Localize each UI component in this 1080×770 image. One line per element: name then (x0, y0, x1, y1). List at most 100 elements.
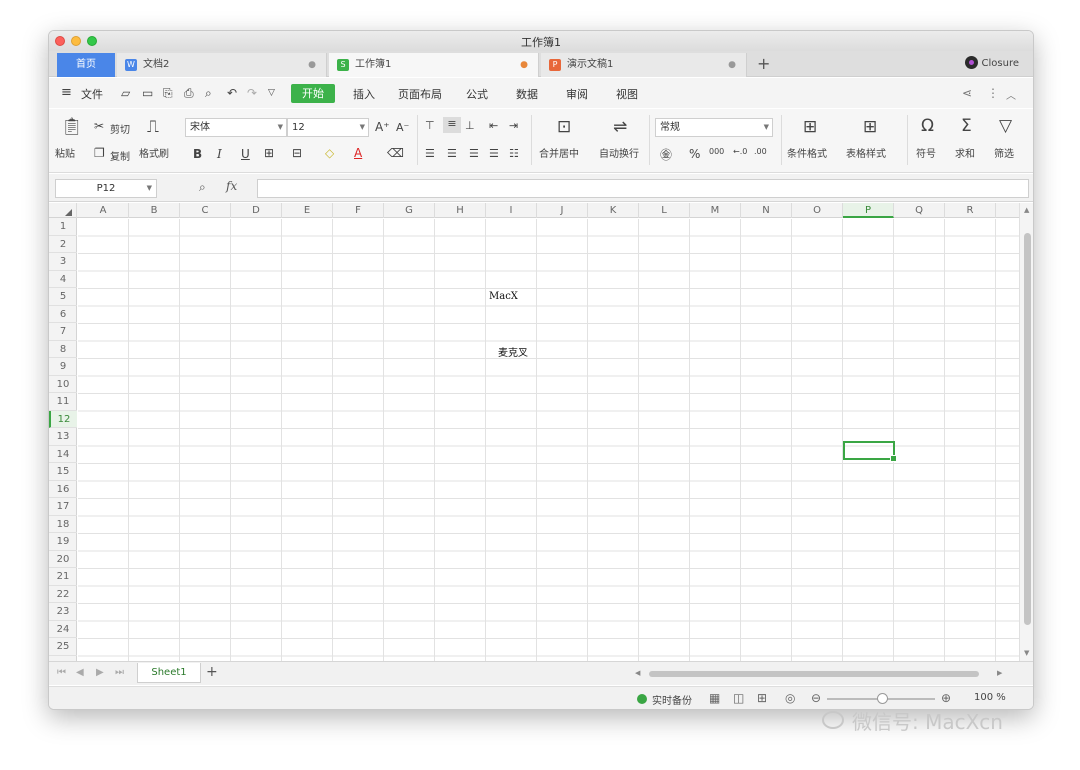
tab-doc-workbook[interactable]: S 工作簿1 ● (329, 53, 539, 77)
row-header-25[interactable]: 25 (49, 638, 77, 656)
row-header-17[interactable]: 17 (49, 498, 77, 516)
paste-button[interactable]: 粘贴 (55, 145, 75, 160)
row-header-14[interactable]: 14 (49, 446, 77, 463)
italic-button[interactable]: I (217, 147, 222, 161)
number-format-select[interactable]: 常规 ▼ (655, 118, 773, 137)
border-icon[interactable]: ⊞ (264, 146, 274, 160)
row-header-7[interactable]: 7 (49, 323, 77, 341)
save-icon[interactable]: ▭ (142, 86, 153, 100)
cell-i8[interactable]: 麦克叉 (489, 344, 537, 359)
quick-access-dropdown-icon[interactable]: ▽ (268, 88, 275, 98)
hamburger-menu-icon[interactable]: ≡ (61, 85, 72, 100)
cut-button[interactable]: 剪切 (110, 121, 130, 136)
filter-icon[interactable]: ▽ (999, 116, 1012, 136)
increase-indent-icon[interactable]: ⇥ (509, 119, 518, 132)
eraser-icon[interactable]: ⌫ (387, 146, 404, 160)
copy-icon[interactable]: ❐ (94, 146, 105, 160)
column-header-d[interactable]: D (231, 203, 282, 218)
auto-wrap-button[interactable]: 自动换行 (599, 145, 639, 160)
scroll-right-icon[interactable]: ▶ (997, 669, 1002, 677)
cell-fill-icon[interactable]: ⊟ (292, 146, 302, 160)
open-folder-icon[interactable]: ▱ (121, 86, 130, 100)
cell-i5[interactable]: MacX (489, 291, 537, 302)
print-preview-icon[interactable]: ⌕ (205, 86, 212, 101)
collapse-ribbon-icon[interactable]: ︿ (1006, 87, 1016, 102)
user-account[interactable]: Closure (964, 53, 1019, 75)
zoom-out-icon[interactable]: ⊖ (811, 691, 821, 705)
cell-grid[interactable]: MacX 麦克叉 (78, 219, 1019, 661)
undo-icon[interactable]: ↶ (227, 86, 237, 100)
page-layout-view-icon[interactable]: ◫ (733, 691, 744, 705)
decrease-font-icon[interactable]: A⁻ (396, 121, 409, 134)
row-header-15[interactable]: 15 (49, 463, 77, 481)
name-box[interactable]: P12 ▼ (55, 179, 157, 198)
page-break-view-icon[interactable]: ⊞ (757, 691, 767, 705)
underline-button[interactable]: U (241, 147, 250, 161)
row-header-11[interactable]: 11 (49, 393, 77, 411)
merge-center-button[interactable]: 合并居中 (539, 145, 579, 160)
paste-icon[interactable]: 📋︎ (61, 117, 83, 137)
more-options-icon[interactable]: ⋮ (987, 86, 999, 100)
row-header-19[interactable]: 19 (49, 533, 77, 551)
tab-doc-writer[interactable]: W 文档2 ● (117, 53, 327, 77)
omega-symbol-icon[interactable]: Ω (921, 116, 934, 136)
filter-button[interactable]: 筛选 (994, 145, 1014, 160)
align-center-icon[interactable]: ☰ (447, 147, 457, 160)
align-middle-icon[interactable]: ≡ (443, 117, 461, 133)
align-top-icon[interactable]: ⊤ (425, 119, 435, 132)
add-sheet-button[interactable]: + (206, 664, 218, 680)
row-header-8[interactable]: 8 (49, 341, 77, 358)
column-header-o[interactable]: O (792, 203, 843, 218)
realtime-backup-label[interactable]: 实时备份 (652, 692, 692, 707)
align-right-icon[interactable]: ☰ (469, 147, 479, 160)
horizontal-scroll-thumb[interactable] (649, 671, 979, 677)
menu-page-layout[interactable]: 页面布局 (398, 86, 442, 102)
column-header-n[interactable]: N (741, 203, 792, 218)
column-header-a[interactable]: A (78, 203, 129, 218)
column-header-j[interactable]: J (537, 203, 588, 218)
row-header-23[interactable]: 23 (49, 603, 77, 621)
row-header-2[interactable]: 2 (49, 236, 77, 253)
column-header-l[interactable]: L (639, 203, 690, 218)
formula-input[interactable] (257, 179, 1029, 198)
new-tab-button[interactable]: + (757, 53, 770, 75)
row-header-12[interactable]: 12 (49, 410, 77, 428)
column-header-p[interactable]: P (843, 203, 894, 218)
redo-icon[interactable]: ↷ (247, 86, 257, 100)
wrap-text-icon[interactable]: ⇌ (613, 117, 627, 137)
menu-insert[interactable]: 插入 (353, 86, 375, 102)
zoom-level[interactable]: 100 % (974, 692, 1006, 703)
column-header-m[interactable]: M (690, 203, 741, 218)
row-header-24[interactable]: 24 (49, 621, 77, 638)
first-sheet-icon[interactable]: ⏮ (57, 667, 66, 678)
share-icon[interactable]: ⋖ (962, 86, 972, 100)
sheet-tab-sheet1[interactable]: Sheet1 (137, 663, 201, 683)
row-header-6[interactable]: 6 (49, 306, 77, 323)
row-header-5[interactable]: 5 (49, 288, 77, 306)
thousands-icon[interactable]: 000 (709, 147, 724, 156)
insert-function-button[interactable]: fx (226, 179, 237, 193)
scissors-icon[interactable]: ✂ (94, 119, 104, 133)
row-header-4[interactable]: 4 (49, 271, 77, 288)
align-left-icon[interactable]: ☰ (425, 147, 435, 160)
row-header-20[interactable]: 20 (49, 551, 77, 568)
font-name-select[interactable]: 宋体 ▼ (185, 118, 287, 137)
row-header-18[interactable]: 18 (49, 516, 77, 533)
column-header-b[interactable]: B (129, 203, 180, 218)
prev-sheet-icon[interactable]: ◀ (76, 667, 84, 678)
eye-protection-icon[interactable]: ◎ (785, 691, 795, 705)
sigma-sum-icon[interactable]: Σ (961, 116, 972, 136)
next-sheet-icon[interactable]: ▶ (96, 667, 104, 678)
row-header-9[interactable]: 9 (49, 358, 77, 376)
unsaved-dot-icon[interactable]: ● (520, 53, 528, 77)
decrease-indent-icon[interactable]: ⇤ (489, 119, 498, 132)
zoom-slider-knob[interactable] (877, 693, 888, 704)
format-painter-button[interactable]: 格式刷 (139, 145, 169, 160)
print-icon[interactable]: ⎙ (184, 86, 194, 101)
format-painter-icon[interactable]: ⎍ (147, 117, 159, 137)
row-header-16[interactable]: 16 (49, 481, 77, 498)
bold-button[interactable]: B (193, 147, 202, 161)
scroll-down-icon[interactable]: ▼ (1024, 649, 1029, 657)
column-header-i[interactable]: I (486, 203, 537, 218)
row-header-21[interactable]: 21 (49, 568, 77, 586)
